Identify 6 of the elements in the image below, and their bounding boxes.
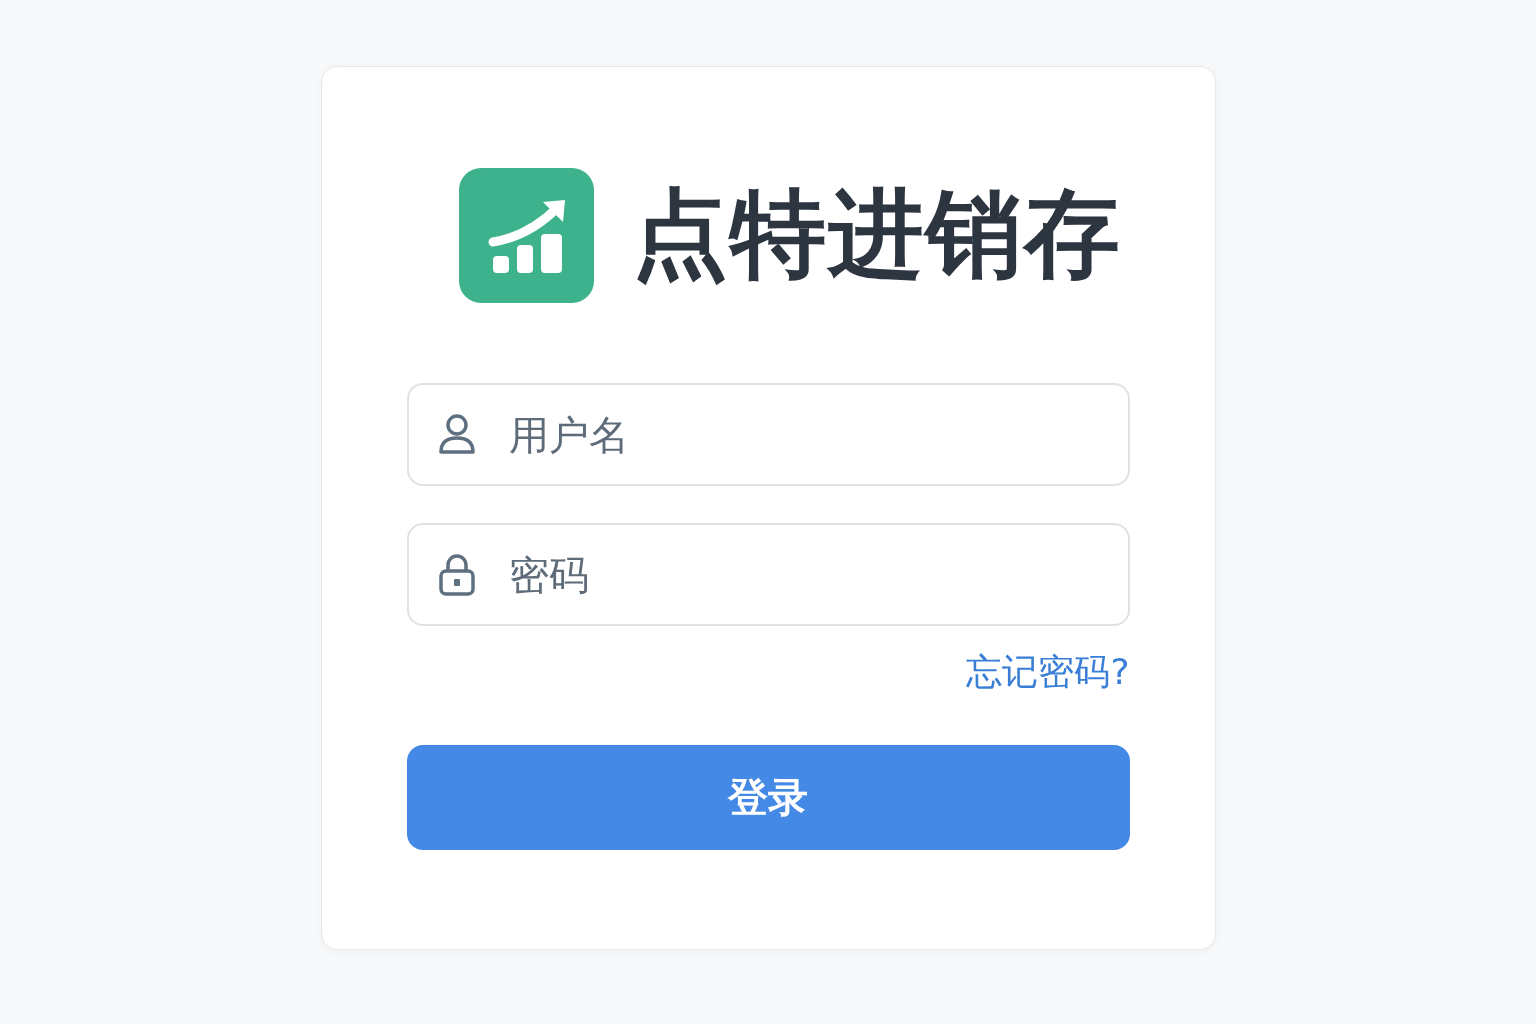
login-button[interactable]: 登录 [406, 745, 1130, 850]
chart-logo-icon [458, 168, 594, 303]
input-field[interactable]: 密码 [406, 523, 1130, 626]
input-field[interactable]: 用户名 [406, 383, 1130, 486]
forgot-password-link[interactable]: 忘记密码? [966, 648, 1130, 697]
app-title: 点特进销存 [631, 176, 1122, 292]
